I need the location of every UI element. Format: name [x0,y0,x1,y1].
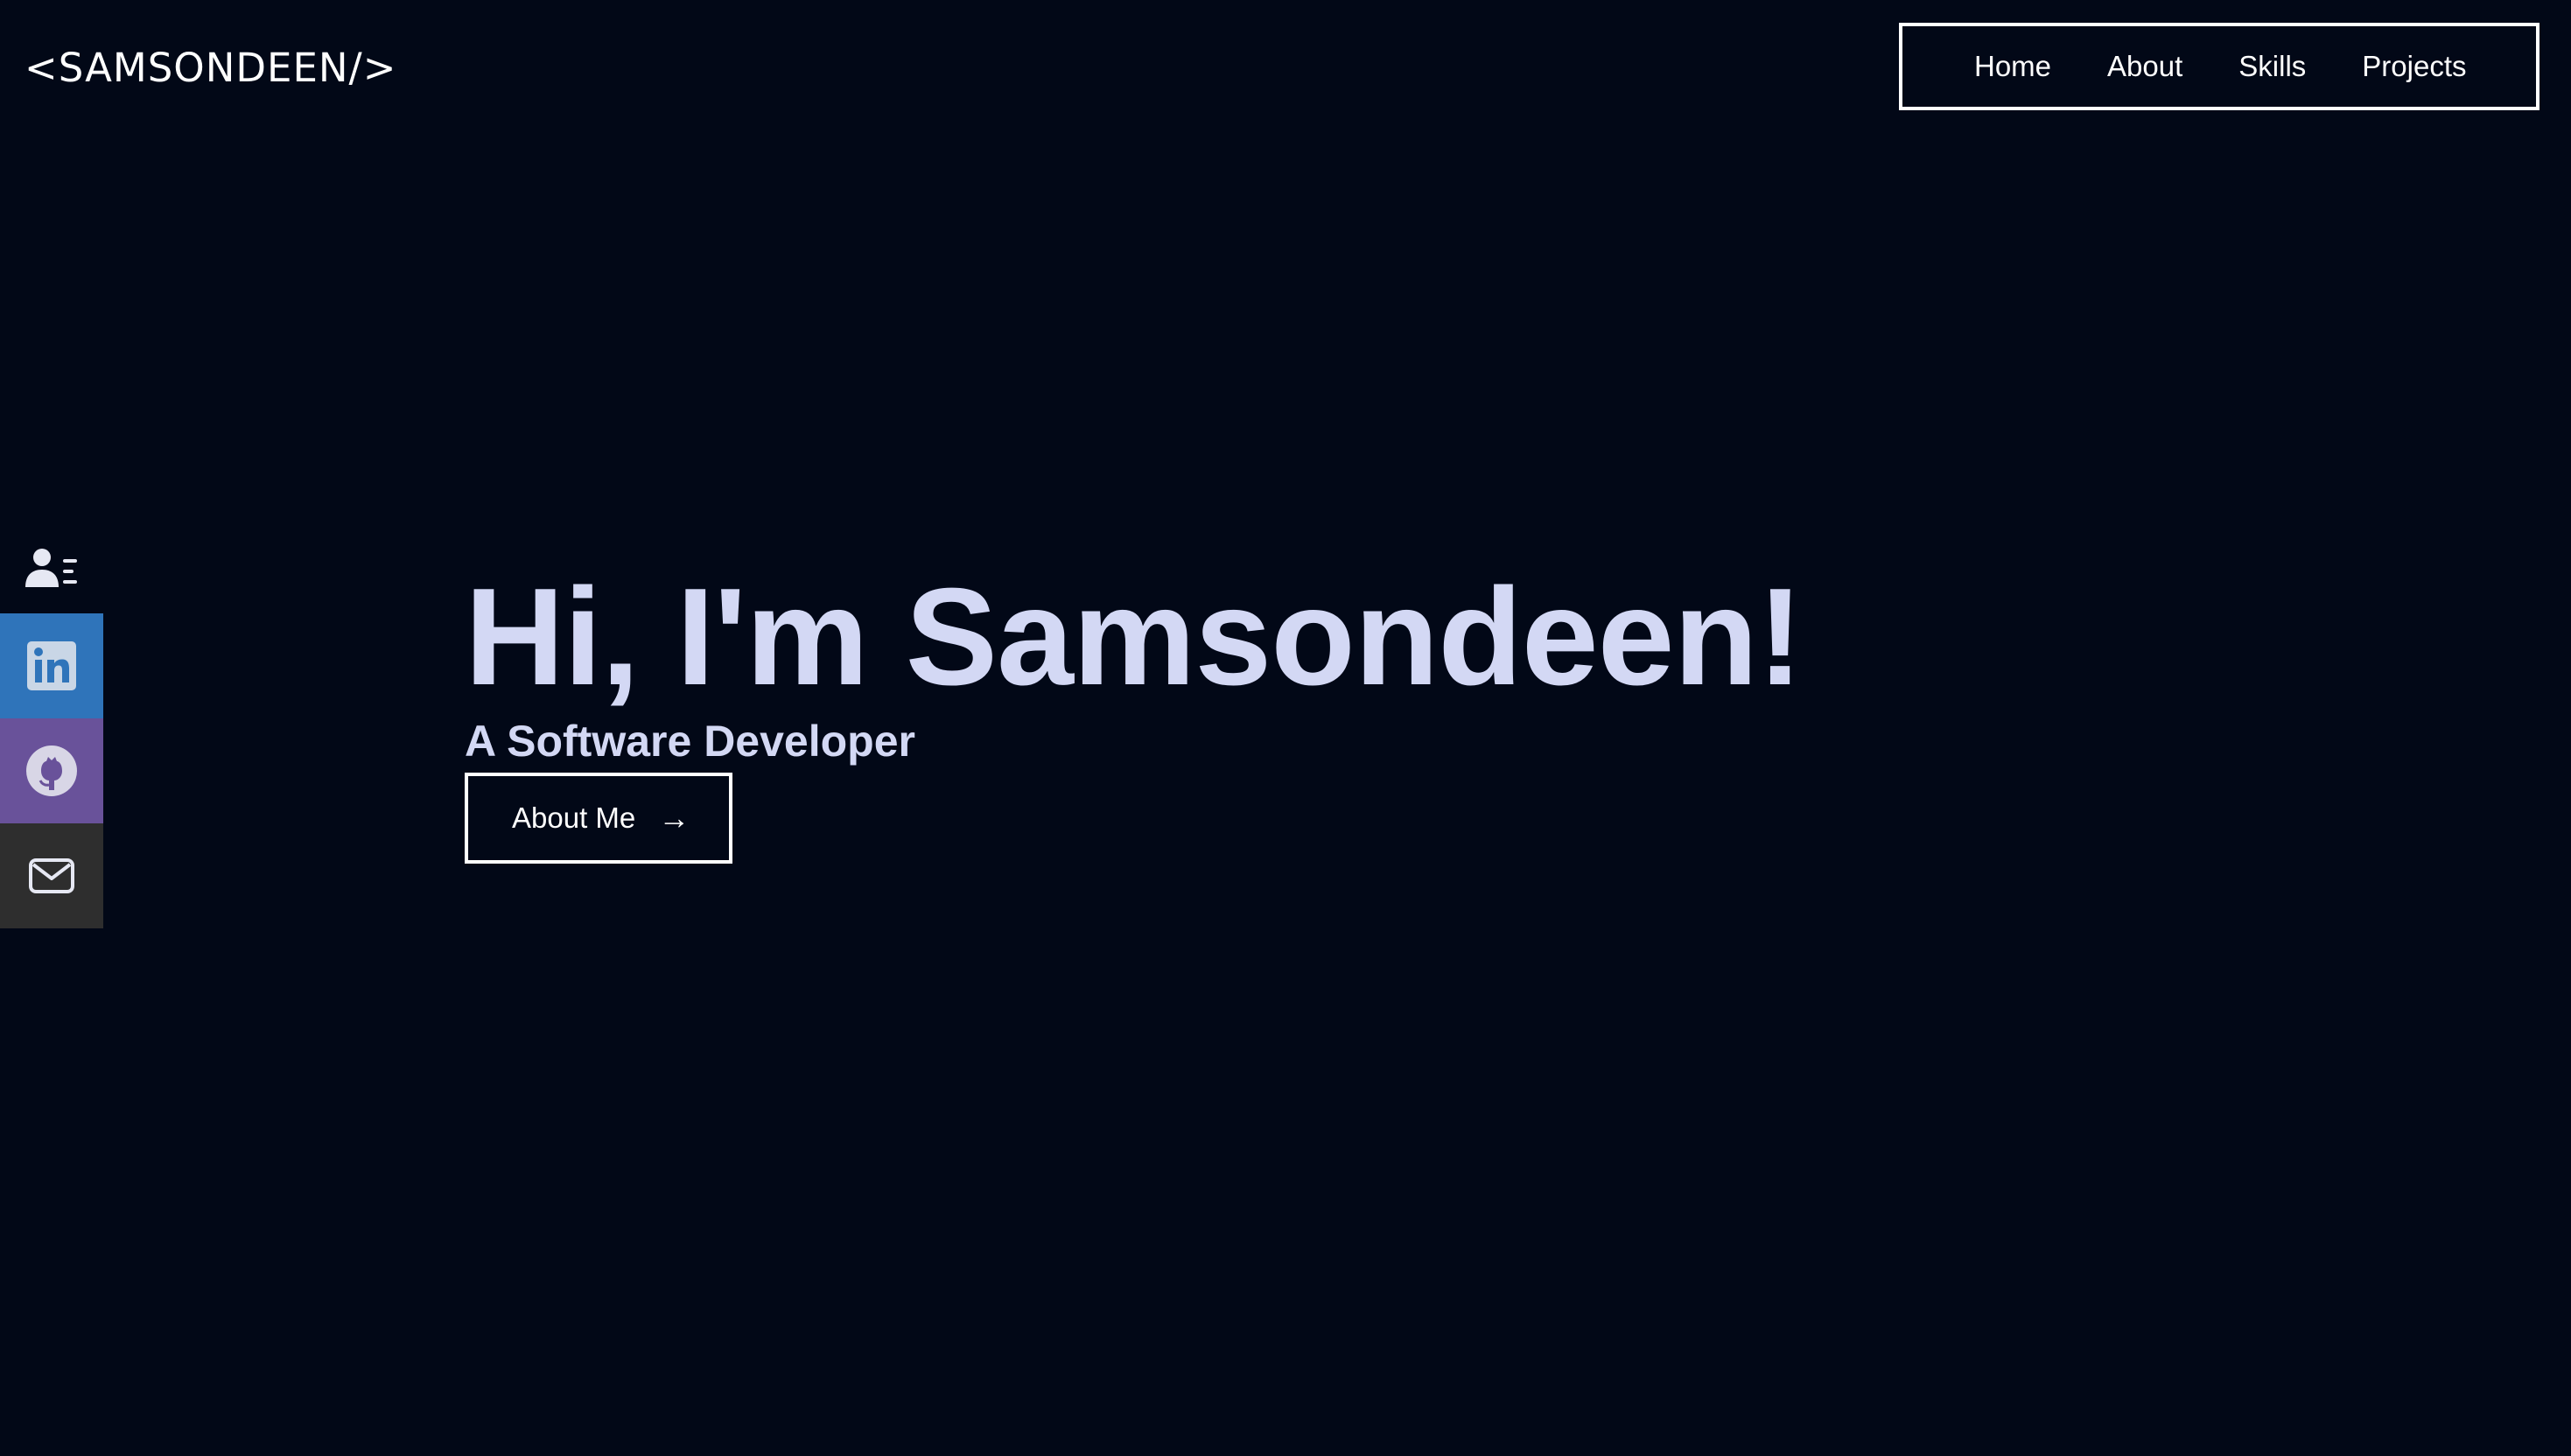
hero-section: Hi, I'm Samsondeen! A Software Developer [465,560,1804,768]
nav-item-about[interactable]: About [2107,50,2182,83]
hero-subtitle: A Software Developer [465,717,915,766]
linkedin-link[interactable] [0,613,103,718]
arrow-right-icon: → [658,800,690,836]
nav-item-home[interactable]: Home [1974,50,2051,83]
about-me-button[interactable]: About Me → [465,773,732,864]
site-logo[interactable]: <SAMSONDEEN/> [25,44,396,93]
contact-card-icon[interactable] [0,526,103,613]
about-me-button-label: About Me [512,802,636,834]
nav-item-projects[interactable]: Projects [2362,50,2466,83]
page: <SAMSONDEEN/> Home About Skills Projects [0,0,2571,1456]
mail-icon [29,858,74,893]
github-icon [26,746,77,796]
mail-link[interactable] [0,823,103,928]
github-link[interactable] [0,718,103,823]
linkedin-icon [27,641,76,690]
hero-title: Hi, I'm Samsondeen! [465,560,1804,714]
nav-item-skills[interactable]: Skills [2238,50,2306,83]
main-nav: Home About Skills Projects [1899,23,2539,110]
